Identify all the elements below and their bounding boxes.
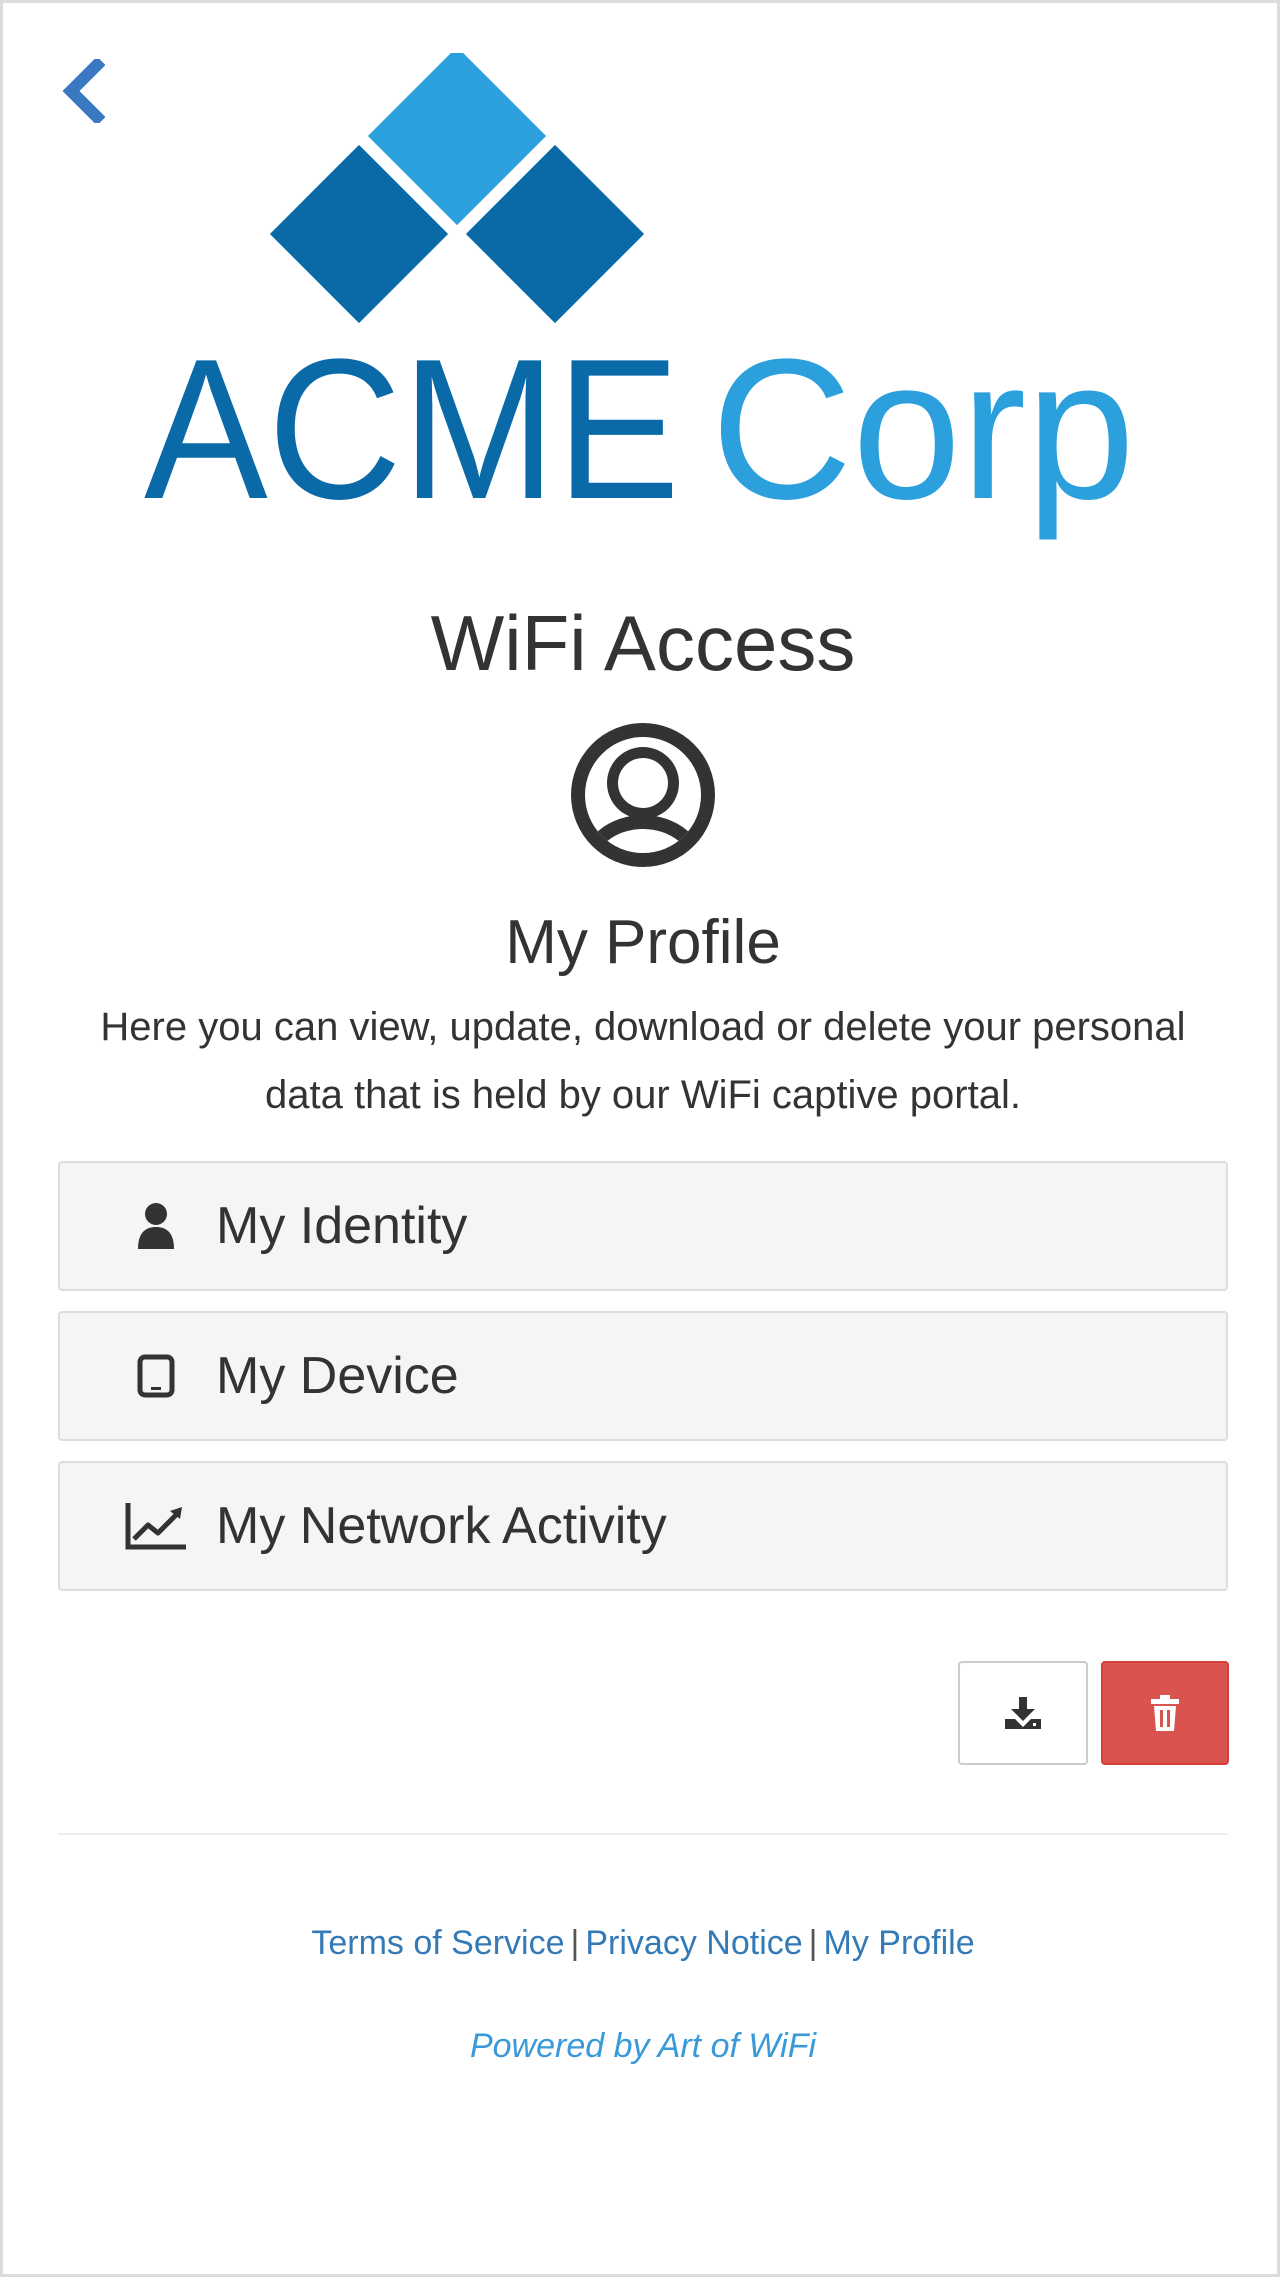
trash-icon (1151, 1695, 1179, 1731)
line-chart-icon (116, 1496, 196, 1556)
privacy-notice-link[interactable]: Privacy Notice (585, 1924, 802, 1962)
footer-links: Terms of Service | Privacy Notice | My Profi… (3, 1918, 1280, 1968)
panel-my-identity[interactable]: My Identity (58, 1161, 1228, 1291)
panel-my-network-activity[interactable]: My Network Activity (58, 1461, 1228, 1591)
section-title: My Profile (505, 908, 781, 977)
page-frame: ACME Corp WiFi Access My Profile Here yo… (0, 0, 1280, 2277)
link-separator: | (808, 1924, 818, 1962)
terms-of-service-link[interactable]: Terms of Service (311, 1924, 564, 1962)
acme-corp-logo: ACME Corp (144, 53, 1135, 541)
panel-label: My Network Activity (216, 1497, 667, 1555)
user-circle-icon (571, 723, 715, 867)
page-title: WiFi Access (430, 599, 856, 687)
logo-word-acme: ACME (144, 318, 680, 541)
back-button[interactable] (55, 55, 111, 127)
panel-label: My Device (216, 1347, 459, 1405)
powered-by: Powered by Art of WiFi (3, 2021, 1280, 2071)
my-profile-link[interactable]: My Profile (824, 1924, 975, 1962)
download-data-button[interactable] (958, 1661, 1088, 1765)
panel-my-device[interactable]: My Device (58, 1311, 1228, 1441)
link-separator: | (570, 1924, 580, 1962)
logo-word-corp: Corp (711, 318, 1135, 541)
user-icon (116, 1196, 196, 1256)
chevron-left-icon (62, 59, 105, 123)
panel-label: My Identity (216, 1197, 468, 1255)
tablet-icon (116, 1346, 196, 1406)
divider (58, 1833, 1228, 1835)
description-text: Here you can view, update, download or d… (100, 1005, 1186, 1117)
delete-data-button[interactable] (1101, 1661, 1229, 1765)
download-icon (1005, 1697, 1041, 1729)
powered-by-link[interactable]: Powered by Art of WiFi (470, 2027, 816, 2065)
